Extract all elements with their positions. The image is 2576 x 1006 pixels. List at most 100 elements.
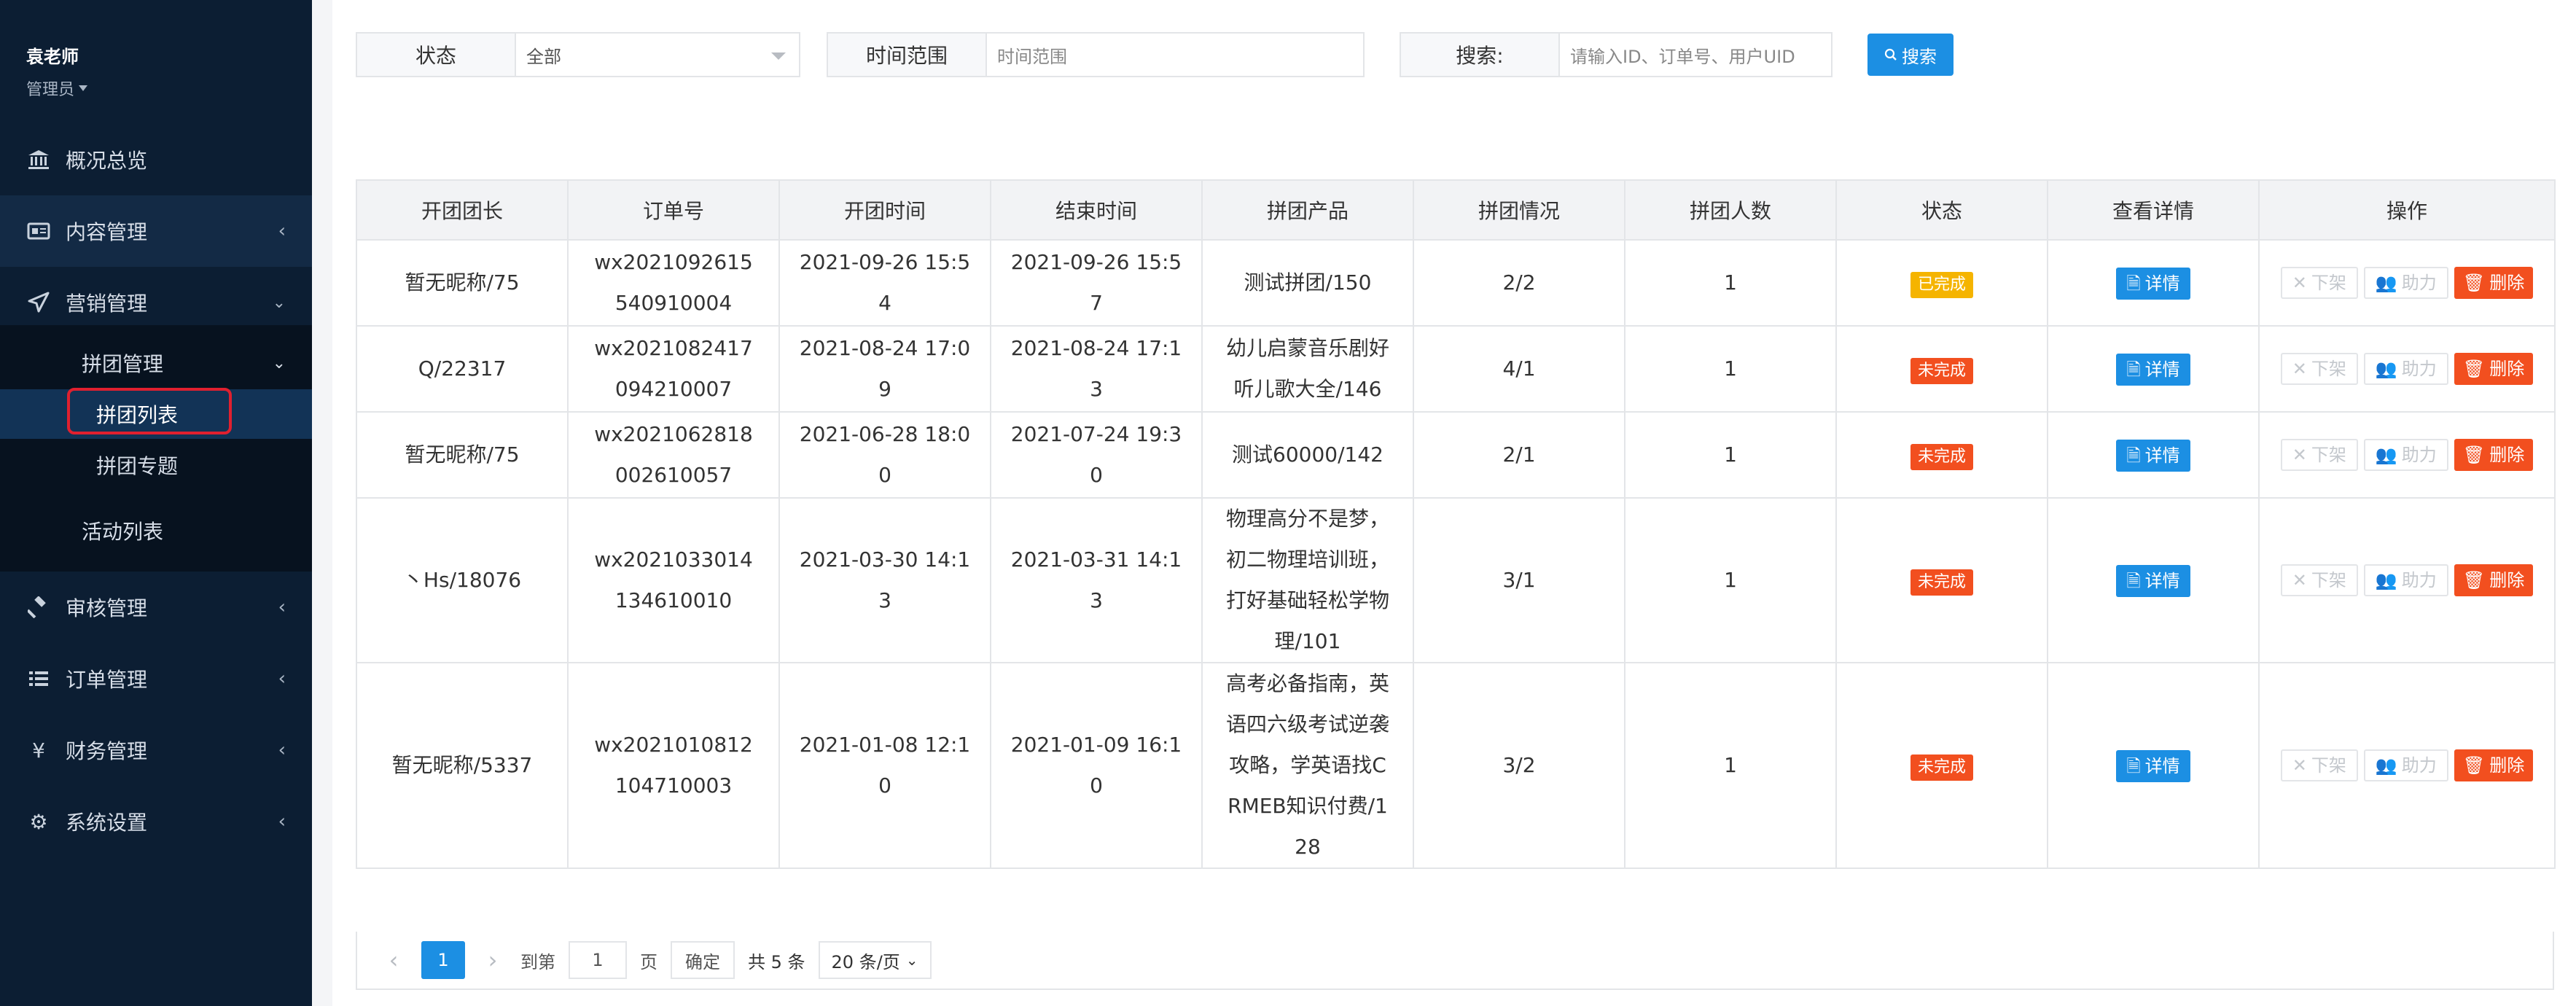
status-filter[interactable]: 状态 全部 bbox=[356, 32, 800, 77]
delete-button[interactable]: 🗑 删除 bbox=[2454, 439, 2534, 471]
delete-button[interactable]: 🗑 删除 bbox=[2454, 267, 2534, 299]
status-select[interactable]: 全部 bbox=[516, 34, 799, 76]
cell-start: 2021-08-24 17:09 bbox=[778, 325, 991, 413]
time-range-filter[interactable]: 时间范围 时间范围 bbox=[827, 32, 1365, 77]
user-box[interactable]: 袁老师 管理员 bbox=[26, 42, 88, 100]
ops-group: ✕ 下架 👥 助力 🗑 删除 bbox=[2267, 353, 2547, 385]
detail-button-label: 详情 bbox=[2144, 445, 2180, 466]
sidebar-item-audit[interactable]: 审核管理 ‹ bbox=[0, 572, 312, 643]
assist-label: 助力 bbox=[2401, 570, 2437, 590]
cell-detail: 🗎 详情 bbox=[2047, 497, 2260, 663]
sidebar-item-content[interactable]: 内容管理 ‹ bbox=[0, 195, 312, 267]
sidebar-item-orders[interactable]: 订单管理 ‹ bbox=[0, 643, 312, 714]
gavel-icon bbox=[26, 595, 51, 620]
cell-end: 2021-09-26 15:57 bbox=[990, 239, 1203, 327]
search-input[interactable]: 请输入ID、订单号、用户UID bbox=[1560, 34, 1831, 76]
status-select-value: 全部 bbox=[526, 46, 561, 67]
ops-group: ✕ 下架 👥 助力 🗑 删除 bbox=[2267, 439, 2547, 471]
sidebar-item-finance[interactable]: ¥ 财务管理 ‹ bbox=[0, 714, 312, 786]
cell-count: 1 bbox=[1624, 662, 1837, 869]
chevron-down-icon: ⌄ bbox=[272, 293, 286, 312]
off-shelf-button[interactable]: ✕ 下架 bbox=[2280, 439, 2358, 471]
users-icon: 👥 bbox=[2375, 445, 2397, 465]
ops-group: ✕ 下架 👥 助力 🗑 删除 bbox=[2267, 267, 2547, 299]
pagination: ‹ 1 › 到第 1 页 确定 共 5 条 20 条/页 ⌄ bbox=[356, 932, 2554, 990]
search-icon bbox=[1884, 48, 1897, 61]
off-shelf-button[interactable]: ✕ 下架 bbox=[2280, 564, 2358, 596]
cell-end: 2021-03-31 14:13 bbox=[990, 497, 1203, 663]
assist-label: 助力 bbox=[2401, 445, 2437, 465]
cell-order: wx2021092615540910004 bbox=[567, 239, 780, 327]
header-start: 开团时间 bbox=[778, 179, 991, 241]
sidebar-item-group-manage[interactable]: 拼团管理 ⌄ bbox=[0, 338, 312, 388]
sidebar-item-group-topic[interactable]: 拼团专题 bbox=[0, 440, 312, 490]
off-shelf-button[interactable]: ✕ 下架 bbox=[2280, 353, 2358, 385]
chevron-down-icon bbox=[771, 52, 786, 60]
detail-button[interactable]: 🗎 详情 bbox=[2116, 750, 2190, 782]
assist-label: 助力 bbox=[2401, 359, 2437, 379]
search-button-label: 搜索 bbox=[1902, 46, 1937, 67]
status-badge: 未完成 bbox=[1910, 444, 1973, 470]
search-button[interactable]: 搜索 bbox=[1867, 34, 1954, 76]
assist-button[interactable]: 👥 助力 bbox=[2363, 749, 2448, 781]
cell-leader: 暂无昵称/75 bbox=[356, 239, 569, 327]
sidebar-item-overview[interactable]: 概况总览 bbox=[0, 124, 312, 195]
off-shelf-button[interactable]: ✕ 下架 bbox=[2280, 267, 2358, 299]
page-current[interactable]: 1 bbox=[421, 941, 465, 979]
cell-ops: ✕ 下架 👥 助力 🗑 删除 bbox=[2258, 411, 2556, 499]
cell-start: 2021-03-30 14:13 bbox=[778, 497, 991, 663]
status-filter-label: 状态 bbox=[357, 34, 516, 76]
assist-button[interactable]: 👥 助力 bbox=[2363, 353, 2448, 385]
next-page-icon[interactable]: › bbox=[478, 946, 507, 974]
detail-button[interactable]: 🗎 详情 bbox=[2116, 354, 2190, 386]
header-situation: 拼团情况 bbox=[1413, 179, 1625, 241]
delete-button[interactable]: 🗑 删除 bbox=[2454, 749, 2534, 781]
cell-product: 高考必备指南，英语四六级考试逆袭攻略，学英语找CRMEB知识付费/128 bbox=[1201, 662, 1414, 869]
cell-leader: 暂无昵称/75 bbox=[356, 411, 569, 499]
user-role-dropdown[interactable]: 管理员 bbox=[26, 77, 88, 100]
assist-button[interactable]: 👥 助力 bbox=[2363, 564, 2448, 596]
delete-label: 删除 bbox=[2489, 273, 2525, 293]
detail-button[interactable]: 🗎 详情 bbox=[2116, 440, 2190, 472]
detail-button[interactable]: 🗎 详情 bbox=[2116, 565, 2190, 597]
status-badge: 已完成 bbox=[1910, 272, 1973, 298]
cell-product: 物理高分不是梦，初二物理培训班，打好基础轻松学物理/101 bbox=[1201, 497, 1414, 663]
users-icon: 👥 bbox=[2375, 570, 2397, 590]
cell-end: 2021-07-24 19:30 bbox=[990, 411, 1203, 499]
chevron-left-icon: ‹ bbox=[278, 596, 286, 618]
document-icon: 🗎 bbox=[2126, 756, 2141, 776]
detail-button-label: 详情 bbox=[2144, 756, 2180, 776]
delete-button[interactable]: 🗑 删除 bbox=[2454, 353, 2534, 385]
status-badge: 未完成 bbox=[1910, 754, 1973, 781]
trash-icon: 🗑 bbox=[2462, 273, 2486, 293]
detail-button[interactable]: 🗎 详情 bbox=[2116, 268, 2190, 300]
cell-detail: 🗎 详情 bbox=[2047, 662, 2260, 869]
assist-button[interactable]: 👥 助力 bbox=[2363, 439, 2448, 471]
delete-button[interactable]: 🗑 删除 bbox=[2454, 564, 2534, 596]
sidebar-item-label: 审核管理 bbox=[66, 596, 148, 620]
prev-page-icon[interactable]: ‹ bbox=[379, 946, 408, 974]
page-size-value: 20 条/页 bbox=[831, 951, 900, 972]
goto-page-input[interactable]: 1 bbox=[569, 941, 627, 979]
close-icon: ✕ bbox=[2292, 273, 2307, 293]
header-detail: 查看详情 bbox=[2047, 179, 2260, 241]
chevron-down-icon: ⌄ bbox=[272, 354, 286, 373]
list-icon bbox=[26, 666, 51, 691]
users-icon: 👥 bbox=[2375, 755, 2397, 776]
off-shelf-label: 下架 bbox=[2311, 273, 2346, 293]
cell-leader: 暂无昵称/5337 bbox=[356, 662, 569, 869]
page-size-select[interactable]: 20 条/页 ⌄ bbox=[818, 941, 932, 979]
users-icon: 👥 bbox=[2375, 273, 2397, 293]
table-row: Q/22317 wx2021082417094210007 2021-08-24 1… bbox=[356, 325, 2556, 413]
cell-situation: 4/1 bbox=[1413, 325, 1625, 413]
sidebar-item-activity-list[interactable]: 活动列表 bbox=[0, 506, 312, 555]
assist-button[interactable]: 👥 助力 bbox=[2363, 267, 2448, 299]
time-range-input[interactable]: 时间范围 bbox=[987, 34, 1363, 76]
search-filter[interactable]: 搜索: 请输入ID、订单号、用户UID bbox=[1400, 32, 1833, 77]
goto-confirm-button[interactable]: 确定 bbox=[671, 941, 735, 979]
off-shelf-button[interactable]: ✕ 下架 bbox=[2280, 749, 2358, 781]
chevron-down-icon: ⌄ bbox=[905, 951, 918, 969]
trash-icon: 🗑 bbox=[2462, 445, 2486, 465]
sidebar-item-settings[interactable]: ⚙ 系统设置 ‹ bbox=[0, 786, 312, 857]
cell-end: 2021-01-09 16:10 bbox=[990, 662, 1203, 869]
